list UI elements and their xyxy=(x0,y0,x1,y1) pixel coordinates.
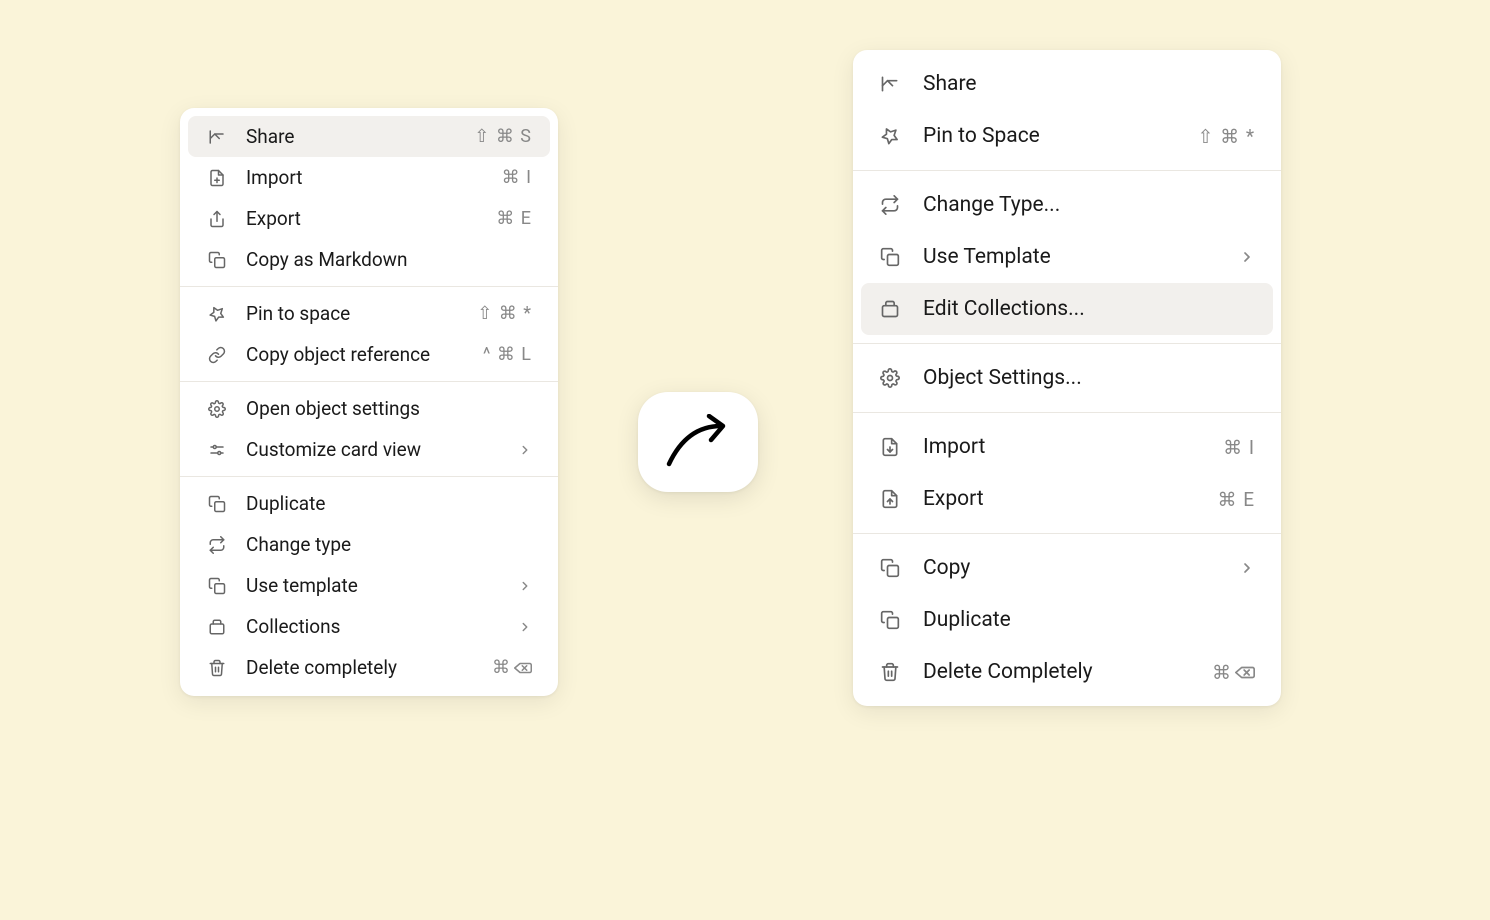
menu-item-export[interactable]: Export ⌘ E xyxy=(188,198,550,239)
menu-divider xyxy=(853,343,1281,344)
menu-item-label: Use template xyxy=(246,574,506,597)
menu-item-label: Share xyxy=(246,125,462,148)
chevron-right-icon xyxy=(518,579,532,593)
import-icon xyxy=(206,167,228,189)
pin-icon xyxy=(879,125,901,147)
menu-item-shortcut: ⌘ E xyxy=(1217,488,1255,511)
menu-item-object-settings[interactable]: Object Settings... xyxy=(861,352,1273,404)
import-file-icon xyxy=(879,436,901,458)
menu-item-pin[interactable]: Pin to Space ⇧ ⌘ * xyxy=(861,110,1273,162)
menu-item-use-template[interactable]: Use template xyxy=(188,565,550,606)
transition-arrow xyxy=(638,392,758,492)
menu-item-duplicate[interactable]: Duplicate xyxy=(188,483,550,524)
menu-item-change-type[interactable]: Change Type... xyxy=(861,179,1273,231)
menu-item-label: Delete completely xyxy=(246,656,480,679)
template-icon xyxy=(879,246,901,268)
chevron-right-icon xyxy=(518,443,532,457)
menu-divider xyxy=(853,170,1281,171)
menu-item-customize-card[interactable]: Customize card view xyxy=(188,429,550,470)
menu-item-edit-collections[interactable]: Edit Collections... xyxy=(861,283,1273,335)
menu-divider xyxy=(853,412,1281,413)
chevron-right-icon xyxy=(1239,249,1255,265)
menu-item-label: Delete Completely xyxy=(923,660,1200,684)
sliders-icon xyxy=(206,439,228,461)
menu-item-shortcut: ⌘ E xyxy=(496,208,532,229)
menu-item-copy[interactable]: Copy xyxy=(861,542,1273,594)
menu-item-label: Duplicate xyxy=(923,608,1255,632)
context-menu-right: Share Pin to Space ⇧ ⌘ * Change Type... … xyxy=(853,50,1281,706)
share-icon xyxy=(879,73,901,95)
menu-item-label: Collections xyxy=(246,615,506,638)
change-type-icon xyxy=(206,534,228,556)
menu-item-label: Export xyxy=(923,487,1205,511)
menu-item-label: Open object settings xyxy=(246,397,532,420)
settings-icon xyxy=(206,398,228,420)
menu-item-shortcut: ⌘ I xyxy=(502,167,532,188)
trash-icon xyxy=(206,657,228,679)
menu-item-share[interactable]: Share xyxy=(861,58,1273,110)
export-icon xyxy=(206,208,228,230)
menu-item-use-template[interactable]: Use Template xyxy=(861,231,1273,283)
menu-item-share[interactable]: Share ⇧ ⌘ S xyxy=(188,116,550,157)
share-icon xyxy=(206,126,228,148)
menu-item-label: Edit Collections... xyxy=(923,297,1255,321)
link-icon xyxy=(206,344,228,366)
collections-icon xyxy=(879,298,901,320)
menu-item-label: Copy object reference xyxy=(246,343,471,366)
menu-item-shortcut: ^ ⌘ L xyxy=(483,344,532,365)
arrow-right-icon xyxy=(663,414,733,470)
template-icon xyxy=(206,575,228,597)
menu-divider xyxy=(180,286,558,287)
menu-item-label: Change type xyxy=(246,533,532,556)
menu-item-change-type[interactable]: Change type xyxy=(188,524,550,565)
chevron-right-icon xyxy=(1239,560,1255,576)
menu-item-duplicate[interactable]: Duplicate xyxy=(861,594,1273,646)
settings-icon xyxy=(879,367,901,389)
menu-item-label: Duplicate xyxy=(246,492,532,515)
change-type-icon xyxy=(879,194,901,216)
menu-item-shortcut: ⌘ xyxy=(492,657,532,678)
menu-item-import[interactable]: Import ⌘ I xyxy=(861,421,1273,473)
menu-item-delete[interactable]: Delete completely ⌘ xyxy=(188,647,550,688)
menu-item-label: Use Template xyxy=(923,245,1227,269)
menu-item-pin[interactable]: Pin to space ⇧ ⌘ * xyxy=(188,293,550,334)
menu-item-copy-reference[interactable]: Copy object reference ^ ⌘ L xyxy=(188,334,550,375)
menu-item-label: Pin to space xyxy=(246,302,465,325)
menu-item-label: Import xyxy=(246,166,490,189)
menu-item-collections[interactable]: Collections xyxy=(188,606,550,647)
menu-item-shortcut: ⇧ ⌘ * xyxy=(477,303,532,324)
menu-item-delete[interactable]: Delete Completely ⌘ xyxy=(861,646,1273,698)
menu-item-label: Share xyxy=(923,72,1255,96)
menu-item-copy-markdown[interactable]: Copy as Markdown xyxy=(188,239,550,280)
menu-divider xyxy=(180,381,558,382)
menu-item-label: Copy xyxy=(923,556,1227,580)
menu-item-import[interactable]: Import ⌘ I xyxy=(188,157,550,198)
pin-icon xyxy=(206,303,228,325)
menu-item-shortcut: ⌘ xyxy=(1212,661,1255,684)
menu-item-export[interactable]: Export ⌘ E xyxy=(861,473,1273,525)
menu-item-label: Change Type... xyxy=(923,193,1255,217)
duplicate-icon xyxy=(206,493,228,515)
menu-item-label: Import xyxy=(923,435,1211,459)
menu-item-shortcut: ⇧ ⌘ * xyxy=(1197,125,1255,148)
menu-item-shortcut: ⇧ ⌘ S xyxy=(474,126,532,147)
menu-item-label: Customize card view xyxy=(246,438,506,461)
menu-divider xyxy=(853,533,1281,534)
menu-divider xyxy=(180,476,558,477)
menu-item-object-settings[interactable]: Open object settings xyxy=(188,388,550,429)
chevron-right-icon xyxy=(518,620,532,634)
copy-icon xyxy=(879,557,901,579)
export-file-icon xyxy=(879,488,901,510)
menu-item-label: Export xyxy=(246,207,484,230)
collections-icon xyxy=(206,616,228,638)
menu-item-label: Copy as Markdown xyxy=(246,248,532,271)
trash-icon xyxy=(879,661,901,683)
menu-item-shortcut: ⌘ I xyxy=(1223,436,1255,459)
context-menu-left: Share ⇧ ⌘ S Import ⌘ I Export ⌘ E Copy a… xyxy=(180,108,558,696)
menu-item-label: Pin to Space xyxy=(923,124,1185,148)
duplicate-icon xyxy=(879,609,901,631)
menu-item-label: Object Settings... xyxy=(923,366,1255,390)
copy-icon xyxy=(206,249,228,271)
